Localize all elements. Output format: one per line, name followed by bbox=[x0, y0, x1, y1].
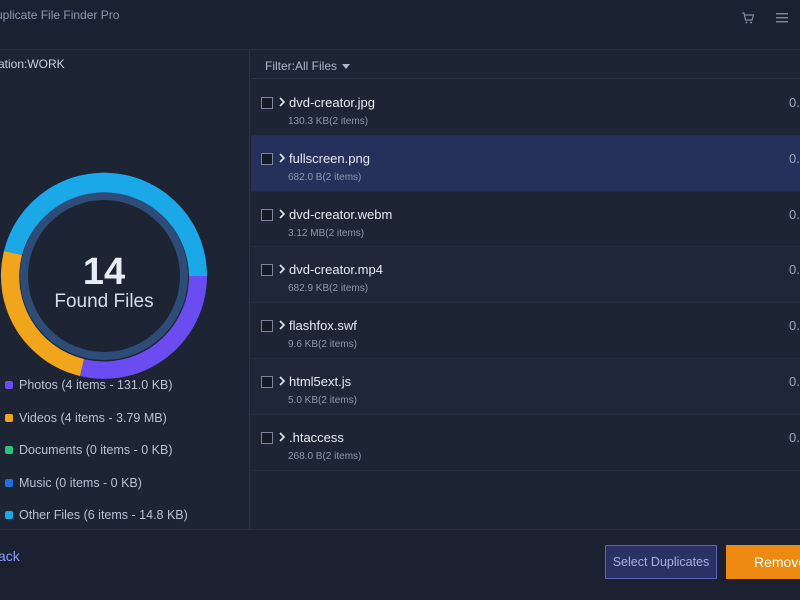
chevron-right-icon[interactable] bbox=[278, 97, 286, 107]
chevron-right-icon[interactable] bbox=[278, 320, 286, 330]
legend-label: Photos (4 items - 131.0 KB) bbox=[19, 378, 173, 393]
chevron-right-icon[interactable] bbox=[278, 153, 286, 163]
file-list: dvd-creator.jpg 130.3 KB(2 items) 0. ful… bbox=[251, 80, 800, 471]
file-size: 0. bbox=[789, 150, 800, 166]
file-checkbox[interactable] bbox=[261, 97, 273, 109]
legend-item-documents[interactable]: Documents (0 items - 0 KB) bbox=[5, 434, 188, 467]
legend-item-videos[interactable]: Videos (4 items - 3.79 MB) bbox=[5, 402, 188, 435]
legend-dot bbox=[5, 511, 13, 520]
file-size: 0. bbox=[789, 262, 800, 278]
location-label: ation:WORK bbox=[0, 57, 65, 71]
legend-item-other[interactable]: Other Files (6 items - 14.8 KB) bbox=[5, 499, 188, 532]
remove-button[interactable]: Remove bbox=[726, 545, 800, 579]
file-name: .htaccess bbox=[289, 429, 344, 445]
menu-icon[interactable] bbox=[774, 10, 790, 26]
app-title: uplicate File Finder Pro bbox=[0, 8, 120, 22]
legend-dot bbox=[5, 478, 13, 487]
file-meta: 3.12 MB(2 items) bbox=[288, 227, 365, 239]
title-bar: uplicate File Finder Pro bbox=[0, 0, 800, 50]
file-name: dvd-creator.webm bbox=[289, 206, 393, 222]
back-link[interactable]: ack bbox=[0, 548, 20, 564]
file-row[interactable]: html5ext.js 5.0 KB(2 items) 0. bbox=[251, 358, 800, 415]
summary-panel: ation:WORK 14 Found Files Photos (4 item… bbox=[0, 51, 250, 529]
filter-label: Filter:All Files bbox=[265, 59, 338, 73]
file-size: 0. bbox=[789, 429, 800, 445]
file-checkbox[interactable] bbox=[261, 431, 273, 444]
file-checkbox[interactable] bbox=[261, 375, 273, 388]
legend-label: Other Files (6 items - 14.8 KB) bbox=[19, 508, 188, 523]
file-name: fullscreen.png bbox=[289, 150, 370, 166]
bottom-bar: ack Select Duplicates Remove bbox=[0, 529, 800, 600]
file-row[interactable]: dvd-creator.mp4 682.9 KB(2 items) 0. bbox=[251, 247, 800, 304]
legend-item-music[interactable]: Music (0 items - 0 KB) bbox=[5, 467, 188, 500]
file-meta: 9.6 KB(2 items) bbox=[288, 339, 357, 351]
caret-down-icon bbox=[342, 63, 351, 69]
legend: Photos (4 items - 131.0 KB) Videos (4 it… bbox=[5, 369, 188, 532]
file-row[interactable]: dvd-creator.webm 3.12 MB(2 items) 0. bbox=[251, 192, 800, 248]
file-name: dvd-creator.jpg bbox=[289, 95, 375, 110]
file-checkbox[interactable] bbox=[261, 264, 273, 277]
file-name: flashfox.swf bbox=[289, 318, 357, 334]
chevron-right-icon[interactable] bbox=[278, 209, 286, 219]
chevron-right-icon[interactable] bbox=[278, 376, 286, 386]
file-checkbox[interactable] bbox=[261, 320, 273, 333]
file-row[interactable]: dvd-creator.jpg 130.3 KB(2 items) 0. bbox=[251, 80, 800, 136]
legend-dot bbox=[5, 446, 13, 455]
file-list-panel: Filter:All Files dvd-creator.jpg 130.3 K… bbox=[251, 51, 800, 529]
file-name: html5ext.js bbox=[289, 373, 352, 389]
file-meta: 682.9 KB(2 items) bbox=[288, 283, 369, 295]
file-checkbox[interactable] bbox=[261, 152, 273, 165]
legend-dot bbox=[5, 381, 13, 390]
filter-bar: Filter:All Files bbox=[251, 51, 800, 79]
legend-label: Music (0 items - 0 KB) bbox=[19, 475, 142, 490]
file-size: 0. bbox=[789, 318, 800, 334]
legend-label: Documents (0 items - 0 KB) bbox=[19, 443, 173, 458]
filter-dropdown[interactable]: Filter:All Files bbox=[265, 59, 351, 73]
file-size: 0. bbox=[789, 206, 800, 222]
file-row[interactable]: flashfox.swf 9.6 KB(2 items) 0. bbox=[251, 303, 800, 359]
file-checkbox[interactable] bbox=[261, 208, 273, 221]
found-label: Found Files bbox=[54, 291, 154, 312]
file-meta: 5.0 KB(2 items) bbox=[288, 394, 357, 406]
chevron-right-icon[interactable] bbox=[278, 264, 286, 274]
file-size: 0. bbox=[789, 95, 800, 110]
found-files-donut: 14 Found Files bbox=[0, 141, 226, 401]
legend-label: Videos (4 items - 3.79 MB) bbox=[19, 410, 167, 425]
legend-dot bbox=[5, 413, 13, 422]
found-count: 14 bbox=[82, 251, 126, 293]
file-name: dvd-creator.mp4 bbox=[289, 262, 383, 278]
legend-item-photos[interactable]: Photos (4 items - 131.0 KB) bbox=[5, 369, 188, 402]
select-duplicates-button[interactable]: Select Duplicates bbox=[605, 545, 717, 579]
chevron-right-icon[interactable] bbox=[278, 432, 286, 442]
file-meta: 268.0 B(2 items) bbox=[288, 450, 362, 462]
file-meta: 682.0 B(2 items) bbox=[288, 171, 362, 183]
file-meta: 130.3 KB(2 items) bbox=[288, 116, 369, 127]
cart-icon[interactable] bbox=[740, 10, 756, 26]
file-row[interactable]: fullscreen.png 682.0 B(2 items) 0. bbox=[251, 135, 800, 192]
file-size: 0. bbox=[789, 373, 800, 389]
file-row[interactable]: .htaccess 268.0 B(2 items) 0. bbox=[251, 415, 800, 471]
